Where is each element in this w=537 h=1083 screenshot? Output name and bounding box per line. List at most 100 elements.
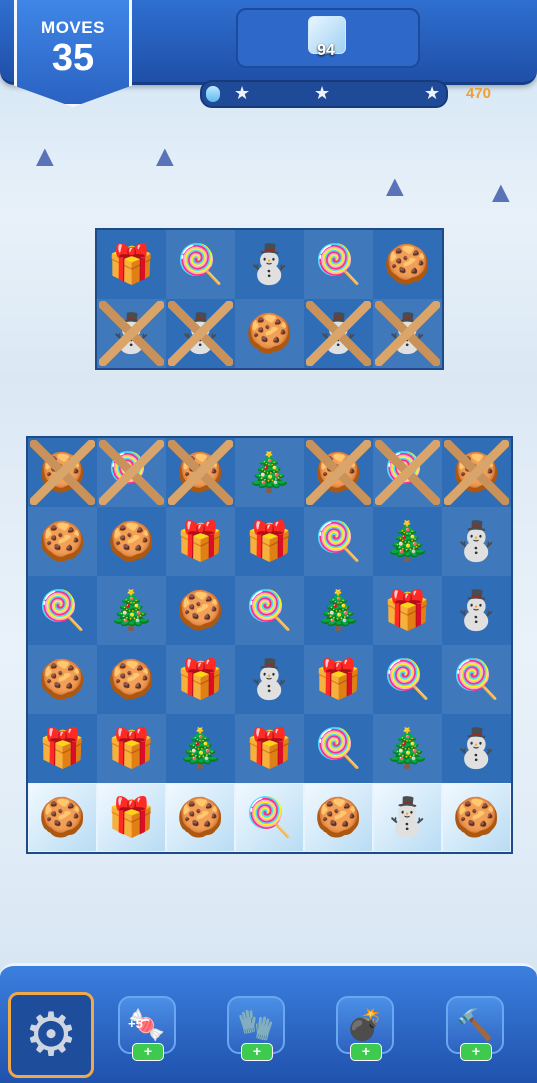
gingerbread-tile[interactable]: 🍪 <box>97 507 166 576</box>
gingerbread-icon: 🍪 <box>452 451 501 494</box>
tree-tile[interactable]: 🎄 <box>373 507 442 576</box>
gift-tile[interactable]: 🎁 <box>97 714 166 783</box>
gift-icon: 🎁 <box>314 658 363 701</box>
snowman-icon: ⛄ <box>452 727 501 770</box>
gingerbread-icon: 🍪 <box>38 796 87 839</box>
candy-icon: 🍭 <box>107 451 156 494</box>
buy-booster-button[interactable]: + <box>132 1043 164 1061</box>
main-board: 🍪 🍭 🍪 🎄 🍪 🍭 🍪 🍪 🍪 🎁 🎁 🍭 🎄 ⛄ 🍭 🎄 🍪 🍭 🎄 🎁 ⛄ 🍪 🍪 🎁 ⛄ 🎁 🍭 🍭 🎁 🎁 🎄 🎁 🍭 🎄 ⛄ 🍪 🎁 🍪 🍭 🍪… <box>26 436 513 854</box>
gift-icon: 🎁 <box>245 520 294 563</box>
settings-button[interactable]: ⚙ <box>8 992 94 1078</box>
moves-value: 35 <box>51 37 95 79</box>
gingerbread-tile[interactable]: 🍪 <box>166 438 235 507</box>
snowman-tile[interactable]: ⛄ <box>166 299 235 368</box>
gingerbread-tile[interactable]: 🍪 <box>166 576 235 645</box>
tree-tile[interactable]: 🎄 <box>373 714 442 783</box>
star-icon: ★ <box>314 83 331 103</box>
gingerbread-tile[interactable]: 🍪 <box>28 645 97 714</box>
gingerbread-tile[interactable]: 🍪 <box>28 783 97 852</box>
candy-icon: 🍭 <box>245 796 294 839</box>
gingerbread-icon: 🍪 <box>314 451 363 494</box>
star-icon: ★ <box>234 83 251 103</box>
gift-tile[interactable]: 🎁 <box>166 507 235 576</box>
candy-tile[interactable]: 🍭 <box>304 714 373 783</box>
gingerbread-tile[interactable]: 🍪 <box>235 299 304 368</box>
pine-tree-icon: ▲ <box>486 176 516 209</box>
candy-icon: 🍭 <box>245 589 294 632</box>
snowman-tile[interactable]: ⛄ <box>235 645 304 714</box>
candy-icon: 🍭 <box>452 658 501 701</box>
gingerbread-tile[interactable]: 🍪 <box>97 645 166 714</box>
gingerbread-tile[interactable]: 🍪 <box>304 783 373 852</box>
gift-icon: 🎁 <box>383 589 432 632</box>
pine-tree-icon: ▲ <box>150 140 180 173</box>
gift-tile[interactable]: 🎁 <box>97 783 166 852</box>
gingerbread-tile[interactable]: 🍪 <box>442 438 511 507</box>
snowman-tile[interactable]: ⛄ <box>373 299 442 368</box>
tree-tile[interactable]: 🎄 <box>235 438 304 507</box>
snowman-tile[interactable]: ⛄ <box>442 507 511 576</box>
bomb-booster-icon: 💣 <box>346 1008 384 1042</box>
candy-icon: 🍭 <box>383 451 432 494</box>
gift-tile[interactable]: 🎁 <box>373 576 442 645</box>
level-goal: 94 <box>236 8 420 68</box>
snowman-icon: ⛄ <box>452 520 501 563</box>
gingerbread-icon: 🍪 <box>176 451 225 494</box>
buy-booster-button[interactable]: + <box>460 1043 492 1061</box>
gift-tile[interactable]: 🎁 <box>28 714 97 783</box>
tree-tile[interactable]: 🎄 <box>166 714 235 783</box>
tree-tile[interactable]: 🎄 <box>97 576 166 645</box>
gift-icon: 🎁 <box>176 658 225 701</box>
tree-icon: 🎄 <box>383 727 432 770</box>
candy-tile[interactable]: 🍭 <box>304 507 373 576</box>
gift-tile[interactable]: 🎁 <box>166 645 235 714</box>
gift-tile[interactable]: 🎁 <box>235 507 304 576</box>
score-progress-bar: ★ ★ ★ <box>200 80 448 108</box>
snowman-tile[interactable]: ⛄ <box>235 230 304 299</box>
candy-tile[interactable]: 🍭 <box>373 645 442 714</box>
snowman-tile[interactable]: ⛄ <box>304 299 373 368</box>
tree-tile[interactable]: 🎄 <box>304 576 373 645</box>
gift-tile[interactable]: 🎁 <box>235 714 304 783</box>
candy-tile[interactable]: 🍭 <box>373 438 442 507</box>
gift-icon: 🎁 <box>176 520 225 563</box>
candy-tile[interactable]: 🍭 <box>97 438 166 507</box>
buy-booster-button[interactable]: + <box>350 1043 382 1061</box>
candy-tile[interactable]: 🍭 <box>28 576 97 645</box>
gingerbread-tile[interactable]: 🍪 <box>28 507 97 576</box>
tree-icon: 🎄 <box>245 451 294 494</box>
gingerbread-icon: 🍪 <box>176 589 225 632</box>
snowman-icon: ⛄ <box>176 312 225 355</box>
gingerbread-icon: 🍪 <box>38 451 87 494</box>
snowman-tile[interactable]: ⛄ <box>442 714 511 783</box>
gingerbread-icon: 🍪 <box>38 658 87 701</box>
candy-icon: 🍭 <box>314 727 363 770</box>
gingerbread-icon: 🍪 <box>314 796 363 839</box>
snowman-tile[interactable]: ⛄ <box>442 576 511 645</box>
snowman-icon: ⛄ <box>245 658 294 701</box>
candy-tile[interactable]: 🍭 <box>235 783 304 852</box>
candy-tile[interactable]: 🍭 <box>304 230 373 299</box>
candy-tile[interactable]: 🍭 <box>166 230 235 299</box>
snowman-tile[interactable]: ⛄ <box>373 783 442 852</box>
gingerbread-tile[interactable]: 🍪 <box>442 783 511 852</box>
candy-icon: 🍭 <box>314 520 363 563</box>
gingerbread-icon: 🍪 <box>245 312 294 355</box>
buy-booster-button[interactable]: + <box>241 1043 273 1061</box>
gingerbread-tile[interactable]: 🍪 <box>373 230 442 299</box>
gingerbread-icon: 🍪 <box>176 796 225 839</box>
gingerbread-icon: 🍪 <box>107 658 156 701</box>
gingerbread-tile[interactable]: 🍪 <box>304 438 373 507</box>
gingerbread-tile[interactable]: 🍪 <box>166 783 235 852</box>
goal-count: 94 <box>317 42 335 59</box>
snowman-icon: ⛄ <box>383 312 432 355</box>
gift-tile[interactable]: 🎁 <box>97 230 166 299</box>
gift-tile[interactable]: 🎁 <box>304 645 373 714</box>
glove-booster-icon: 🧤 <box>237 1008 275 1042</box>
candy-icon: 🍭 <box>176 243 225 286</box>
snowman-tile[interactable]: ⛄ <box>97 299 166 368</box>
candy-tile[interactable]: 🍭 <box>235 576 304 645</box>
gingerbread-tile[interactable]: 🍪 <box>28 438 97 507</box>
score-value: 470 <box>466 85 492 102</box>
candy-tile[interactable]: 🍭 <box>442 645 511 714</box>
